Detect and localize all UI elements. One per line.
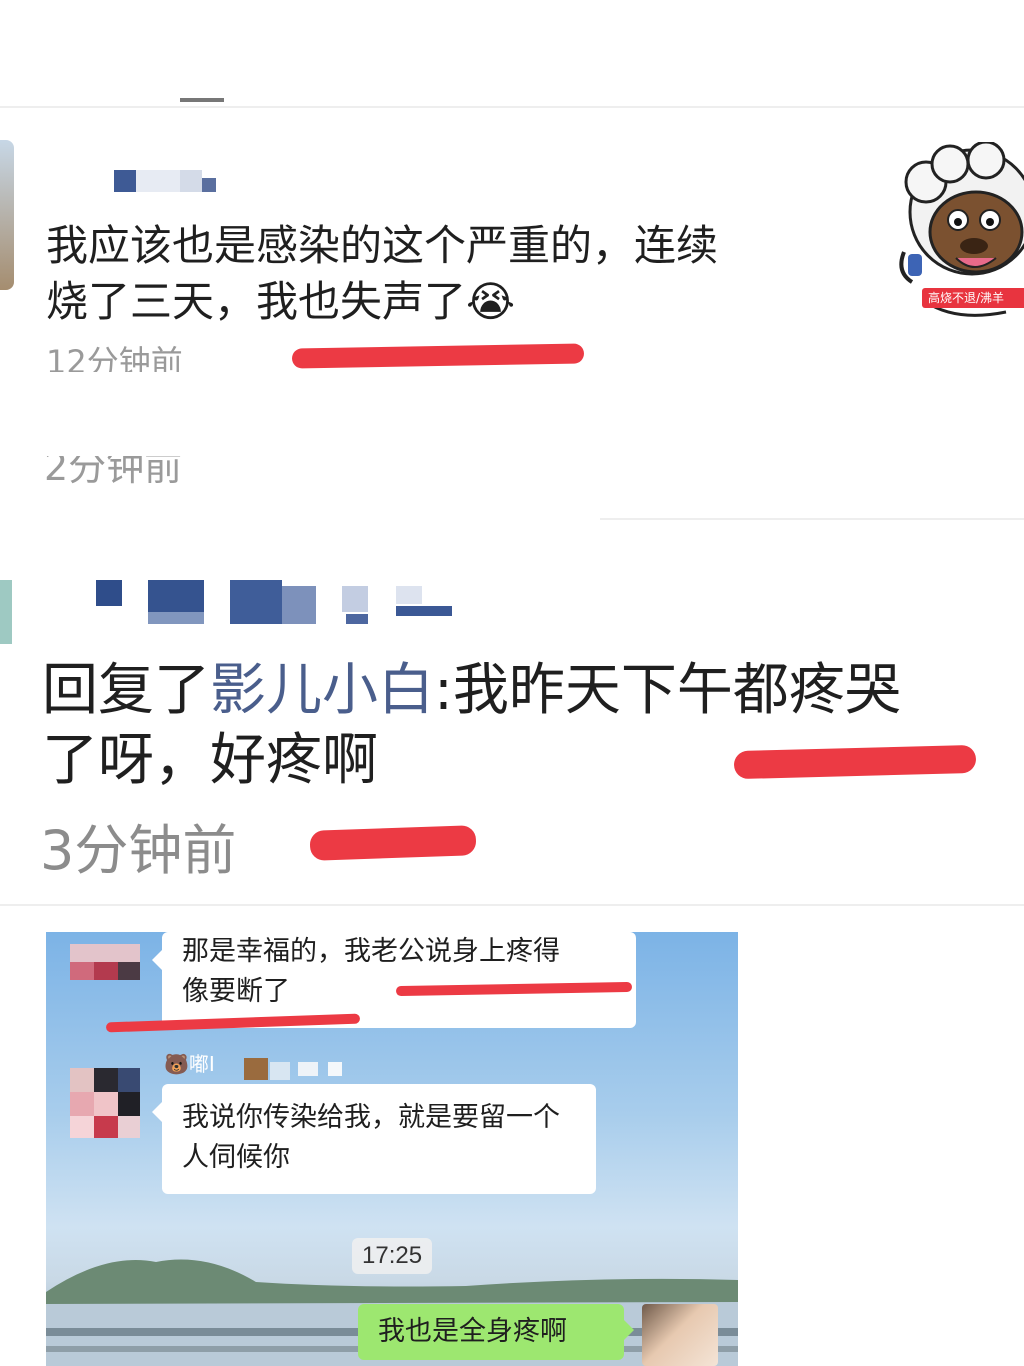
chat-timestamp: 17:25 [352,1238,433,1274]
comment-time: 2分钟前 [44,456,183,489]
chat-avatar[interactable] [70,1068,140,1138]
reply-colon: : [434,658,453,723]
comment-line: 回复了影儿小白:我昨天下午都疼哭 [42,656,982,726]
chat-avatar[interactable] [70,944,140,980]
comment-line: 烧了三天，我也失声了😭 [46,274,876,330]
chat-bubble-outgoing[interactable]: 我也是全身疼啊 [358,1304,634,1360]
sticker-image[interactable]: 高烧不退/沸羊 [886,142,1024,340]
comment-text: 我应该也是感染的这个严重的，连续 烧了三天，我也失声了😭 [46,218,876,330]
chat-screenshot[interactable]: 那是幸福的，我老公说身上疼得 像要断了 🐻嘟I 我说你传染给我，就是要留一个 人… [46,932,738,1366]
chat-bubble-line: 那是幸福的，我老公说身上疼得 [182,936,560,967]
sender-name: 🐻嘟I [164,1050,215,1078]
goat-cartoon-icon [899,142,1024,317]
chat-avatar-self[interactable] [642,1304,718,1366]
comment-divider [0,904,1024,906]
sender-name-mosaic [244,1058,344,1080]
username-mosaic[interactable] [96,580,456,624]
sender-name-text: 嘟I [188,1052,215,1076]
top-scroll-indicator [180,98,224,102]
chat-bubble-line: 我说你传染给我，就是要留一个 [182,1102,560,1133]
username-mosaic[interactable] [114,170,224,192]
sticker-caption: 高烧不退/沸羊 [922,288,1024,308]
comment-line-text: 烧了三天，我也失声了 [46,277,467,326]
reply-prefix: 回复了 [42,658,210,723]
crying-emoji: 😭 [466,277,516,326]
avatar[interactable] [0,140,14,290]
bear-emoji-icon: 🐻 [164,1052,189,1076]
red-underline-annotation [291,343,585,369]
comment-time: 12分钟前 [46,343,183,372]
chat-bubble-incoming[interactable]: 我说你传染给我，就是要留一个 人伺候你 [152,1084,596,1194]
top-divider [0,106,1024,108]
comment-divider [600,518,1024,520]
comment-time: 3分钟前 [40,819,237,882]
chat-bubble-line: 我也是全身疼啊 [378,1316,567,1347]
chat-bubble-incoming[interactable]: 那是幸福的，我老公说身上疼得 像要断了 [152,932,636,1028]
avatar[interactable] [0,580,12,644]
red-underline-annotation [309,825,477,861]
comment-line-text: 我昨天下午都疼哭 [452,658,901,723]
reply-target-link[interactable]: 影儿小白 [210,658,434,723]
chat-bubble-line: 人伺候你 [182,1142,290,1173]
comment-line: 我应该也是感染的这个严重的，连续 [46,221,719,270]
